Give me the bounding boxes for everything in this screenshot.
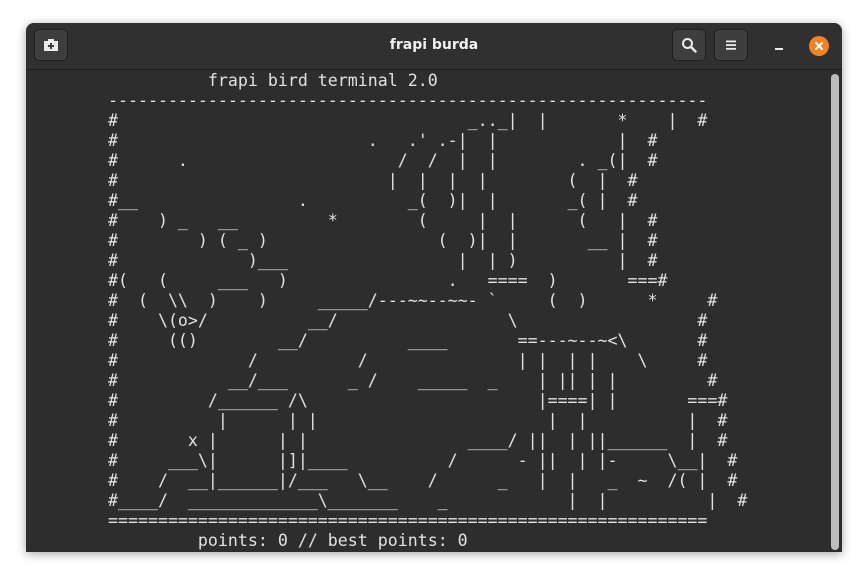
- scene-row: # | | | | | | #: [108, 411, 728, 430]
- scene-row: # ( \\ ) ) _____/---~~--~~- ` ( ) * #: [108, 291, 718, 310]
- scene-row: # / __|______|/___ \__ / _ | | _ ~ /( | …: [108, 471, 738, 490]
- game-title-line: frapi bird terminal 2.0: [108, 71, 438, 90]
- scene-row: # \(o>/ __/ \ #: [108, 311, 708, 330]
- scene-row: # | | | | ( | #: [108, 171, 638, 190]
- bottom-border: ========================================…: [108, 511, 708, 530]
- minimize-icon: [775, 48, 783, 50]
- score-line: [108, 531, 198, 550]
- scene-row: #__ . _( )| | _( | #: [108, 191, 638, 210]
- scene-row: # . .' .-| | | #: [108, 131, 658, 150]
- scene-row: #____/ _____________\_______ _ | | | #: [108, 491, 748, 510]
- search-button[interactable]: [672, 29, 706, 61]
- menu-button[interactable]: [714, 29, 748, 61]
- scene-row: # ) ( _ ) ( )| | __ | #: [108, 231, 658, 250]
- hamburger-menu-icon: [726, 40, 736, 50]
- minimize-button[interactable]: [768, 35, 790, 57]
- scene-row: # )___ | | ) | #: [108, 251, 658, 270]
- score-text: points: 0 // best points: 0: [197, 531, 468, 550]
- scene-row: # x | | | ____/ || | ||______ | #: [108, 431, 728, 450]
- scene-row: # / / | | | | \ #: [108, 351, 708, 370]
- scene-row: # . / / | | . _(| #: [108, 151, 658, 170]
- header-bar: frapi burda: [26, 23, 842, 70]
- scene-row: # ) _ __ * ( | | ( | #: [108, 211, 658, 230]
- scene-row: # _.._| | * | #: [108, 111, 708, 130]
- scene-row: #( ( ___ ) . ==== ) ===#: [108, 271, 668, 290]
- terminal-output: frapi bird terminal 2.0 ----------------…: [108, 71, 747, 551]
- top-border: ----------------------------------------…: [108, 91, 708, 110]
- scene-row: # ___\| |]|____ / - || | |- \__| #: [108, 451, 738, 470]
- scene-row: # /______ /\ |====| | ===#: [108, 391, 728, 410]
- close-icon: [815, 42, 823, 50]
- scene-row: # __/___ _ / _____ _ | || | | #: [108, 371, 718, 390]
- scene-row: # (() __/ ____ ==---~--~<\ #: [108, 331, 708, 350]
- terminal-view[interactable]: frapi bird terminal 2.0 ----------------…: [26, 70, 842, 552]
- scrollbar[interactable]: [831, 74, 839, 550]
- close-button[interactable]: [809, 36, 829, 56]
- terminal-window: frapi burda frapi bird terminal 2.0 ----…: [26, 23, 842, 552]
- search-icon: [682, 38, 697, 53]
